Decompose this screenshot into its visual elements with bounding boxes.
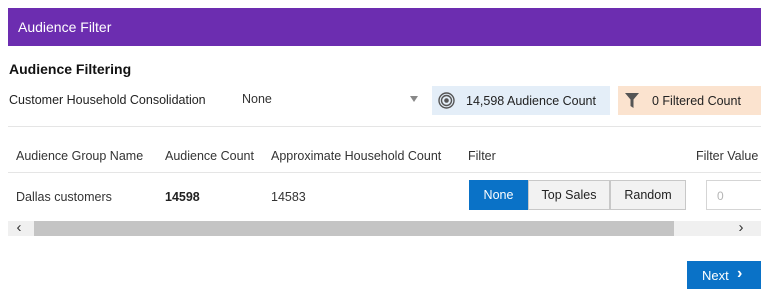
page-title: Audience Filter: [18, 19, 112, 35]
column-header-group-name[interactable]: Audience Group Name: [16, 149, 143, 163]
header-divider: [8, 172, 761, 173]
next-button-label: Next: [702, 268, 729, 283]
cell-household-count: 14583: [271, 190, 306, 204]
audience-count-badge: 14,598 Audience Count: [432, 86, 610, 115]
consolidation-select-value: None: [242, 92, 272, 106]
cell-group-name: Dallas customers: [16, 190, 112, 204]
filter-value-input[interactable]: 0: [706, 180, 761, 210]
header-bar: Audience Filter: [8, 8, 761, 46]
consolidation-select[interactable]: None: [238, 86, 430, 114]
filtered-count-badge: 0 Filtered Count: [618, 86, 761, 115]
chevron-down-icon: [410, 96, 418, 102]
scroll-right-icon[interactable]: ›: [734, 220, 748, 236]
filter-none-button[interactable]: None: [469, 180, 528, 210]
section-title: Audience Filtering: [9, 61, 132, 77]
divider: [8, 126, 761, 127]
audience-count-text: 14,598 Audience Count: [466, 94, 596, 108]
filter-random-button[interactable]: Random: [610, 180, 686, 210]
cell-audience-count: 14598: [165, 190, 200, 204]
chevron-right-icon: ›: [737, 265, 743, 282]
consolidation-label: Customer Household Consolidation: [9, 93, 206, 107]
column-header-filter-value[interactable]: Filter Value: [696, 149, 758, 163]
scroll-left-icon[interactable]: ‹: [12, 220, 26, 236]
scrollbar-thumb[interactable]: [34, 221, 674, 236]
filter-value-placeholder: 0: [717, 189, 724, 203]
filtered-count-text: 0 Filtered Count: [652, 94, 741, 108]
column-header-filter[interactable]: Filter: [468, 149, 496, 163]
target-icon: [438, 92, 455, 109]
funnel-icon: [625, 93, 639, 108]
filter-top-sales-button[interactable]: Top Sales: [528, 180, 610, 210]
column-header-household-count[interactable]: Approximate Household Count: [271, 149, 441, 163]
column-header-audience-count[interactable]: Audience Count: [165, 149, 254, 163]
next-button[interactable]: Next ›: [687, 261, 761, 289]
